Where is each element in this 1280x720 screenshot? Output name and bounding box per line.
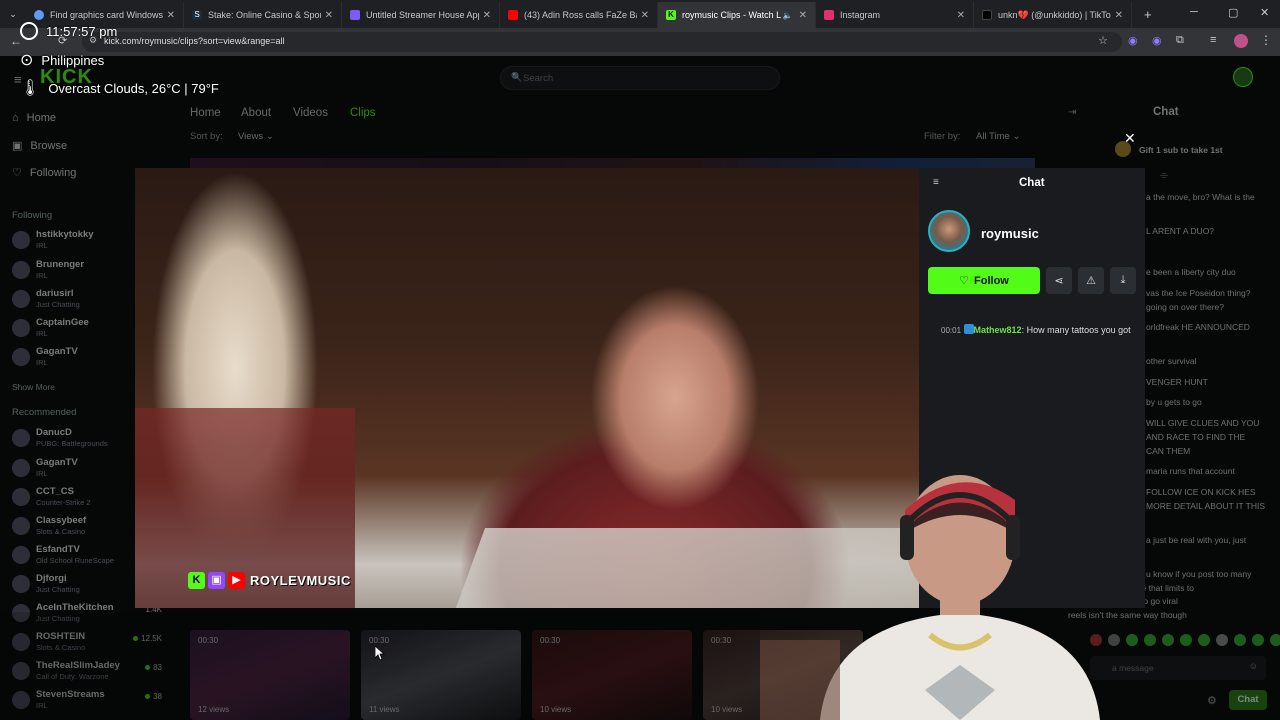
reading-list-icon[interactable]: ≡	[1210, 34, 1216, 46]
extension-icon[interactable]: ◉	[1152, 34, 1162, 47]
close-tab-icon[interactable]: ✕	[325, 10, 333, 21]
weather-widget: 🌡 Overcast Clouds, 26°C | 79°F	[20, 78, 219, 98]
tiktok-icon	[982, 10, 992, 20]
clock-time: 11:57:57 pm	[46, 23, 118, 39]
panel-chat-title: Chat	[1019, 177, 1045, 189]
tab-stake[interactable]: S Stake: Online Casino & Sports B ✕	[184, 2, 342, 28]
google-icon	[34, 10, 44, 20]
menu-kebab-icon[interactable]: ⋮	[1260, 33, 1272, 47]
twitch-logo-icon: ▣	[208, 572, 225, 589]
message-text: How many tattoos you got	[1026, 325, 1131, 335]
stake-icon: S	[192, 10, 202, 20]
thermometer-icon: 🌡	[20, 80, 41, 97]
heart-icon: ♡	[959, 275, 970, 287]
close-tab-icon[interactable]: ✕	[483, 10, 491, 21]
document-icon	[350, 10, 360, 20]
browser-tab-bar: ⌄ Find graphics card Windows ✕ S Stake: …	[0, 0, 1280, 28]
tab-instagram[interactable]: Instagram ✕	[816, 2, 974, 28]
url-field[interactable]: ⚙ kick.com/roymusic/clips?sort=view&rang…	[82, 32, 1122, 52]
minimize-icon[interactable]: ─	[1190, 6, 1198, 18]
close-tab-icon[interactable]: ✕	[799, 10, 807, 21]
close-window-icon[interactable]: ✕	[1260, 6, 1269, 19]
close-tab-icon[interactable]: ✕	[641, 10, 649, 21]
url-text: kick.com/roymusic/clips?sort=view&range=…	[104, 36, 285, 46]
download-icon: ⤓	[1120, 274, 1126, 286]
message-list: 00:01 Mathew812: How many tattoos you go…	[941, 324, 1131, 335]
close-tab-icon[interactable]: ✕	[957, 10, 965, 21]
streamer-figure	[760, 475, 1100, 720]
user-badge-icon	[963, 324, 974, 334]
tab-tiktok[interactable]: unkn💔 (@unkkiddo) | TikTok ✕	[974, 2, 1132, 28]
instagram-icon	[824, 10, 834, 20]
tab-list-chevron-icon[interactable]: ⌄	[0, 9, 26, 20]
video-watermark: K ▣ ▶ ROYLEVMUSIC	[188, 572, 351, 589]
streamer-webcam	[760, 460, 1140, 720]
report-button[interactable]: ⚠	[1078, 267, 1104, 294]
tab-streamer-house[interactable]: Untitled Streamer House Apple ✕	[342, 2, 500, 28]
address-bar-row: ← ⟳ ⚙ kick.com/roymusic/clips?sort=view&…	[0, 28, 1280, 56]
close-tab-icon[interactable]: ✕	[167, 10, 175, 21]
speaker-icon[interactable]: 🔈	[783, 11, 793, 20]
weather-text: Overcast Clouds, 26°C | 79°F	[48, 80, 219, 96]
new-tab-button[interactable]: +	[1144, 7, 1152, 22]
youtube-icon	[508, 10, 518, 20]
youtube-logo-icon: ▶	[228, 572, 245, 589]
mouse-cursor-icon	[375, 646, 385, 660]
location-text: Philippines	[41, 52, 105, 68]
bookmark-star-icon[interactable]: ☆	[1098, 34, 1108, 47]
location-pin-icon: ⊙	[20, 52, 34, 69]
follow-button[interactable]: ♡ Follow	[928, 267, 1040, 294]
extension-icon[interactable]: ◉	[1128, 34, 1138, 47]
kick-logo-icon: K	[188, 572, 205, 589]
profile-avatar[interactable]	[1234, 34, 1248, 48]
message-time: 00:01	[941, 326, 962, 335]
share-icon: ⋖	[1054, 275, 1064, 287]
bottom-thumb-tint	[0, 612, 760, 720]
download-button[interactable]: ⤓	[1110, 267, 1136, 294]
channel-name[interactable]: roymusic	[981, 226, 1039, 241]
kick-icon: K	[666, 10, 676, 20]
maximize-icon[interactable]: ▢	[1228, 6, 1238, 19]
clock-icon	[20, 22, 38, 40]
extensions-puzzle-icon[interactable]: ⧉	[1176, 34, 1184, 47]
close-modal-icon[interactable]: ✕	[1124, 130, 1136, 147]
watermark-text: ROYLEVMUSIC	[250, 573, 351, 588]
clock-widget: 11:57:57 pm	[20, 22, 117, 40]
tab-youtube[interactable]: (43) Adin Ross calls FaZe Banks ✕	[500, 2, 658, 28]
close-tab-icon[interactable]: ✕	[1115, 10, 1123, 21]
warning-icon: ⚠	[1086, 275, 1096, 287]
share-button[interactable]: ⋖	[1046, 267, 1072, 294]
chat-collapse-icon[interactable]: ≡	[933, 177, 939, 188]
tab-roymusic-clips[interactable]: K roymusic Clips - Watch Live 🔈 ✕	[658, 2, 816, 28]
message-username[interactable]: Mathew812	[974, 325, 1022, 335]
channel-avatar[interactable]	[928, 210, 970, 252]
location-widget: ⊙ Philippines	[20, 50, 104, 70]
